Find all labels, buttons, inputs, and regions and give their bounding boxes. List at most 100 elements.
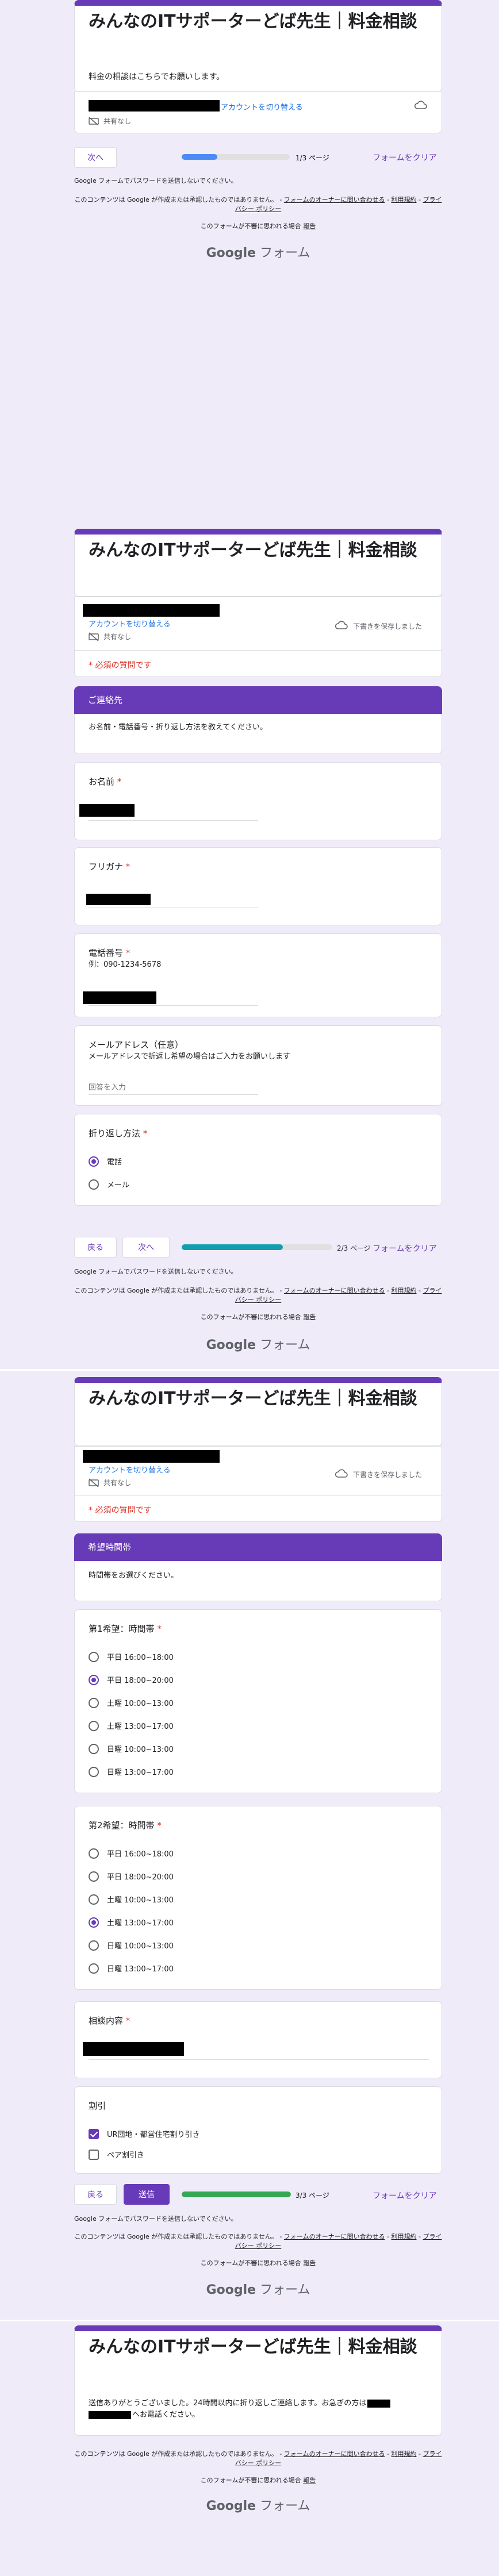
owner-contact-link[interactable]: フォームのオーナーに問い合わせる xyxy=(284,1287,385,1294)
redacted-consult-answer[interactable] xyxy=(83,2042,184,2056)
page-progress-bar-p3 xyxy=(182,2191,291,2197)
clear-form-button-p2[interactable]: フォームをクリア xyxy=(373,1243,437,1254)
footer-suspicious-text: このフォームが不審に思われる場合 xyxy=(200,2477,301,2484)
answer-line-consult xyxy=(89,2059,429,2060)
footer-suspicious-text: このフォームが不審に思われる場合 xyxy=(200,1313,301,1321)
footer-report-row: このフォームが不審に思われる場合 報告 xyxy=(74,222,442,231)
radio-callback-phone[interactable] xyxy=(89,1156,99,1167)
option-label: 平日 18:00~20:00 xyxy=(107,1873,174,1882)
terms-link[interactable]: 利用規約 xyxy=(391,1287,417,1294)
back-button-p2[interactable]: 戻る xyxy=(74,1237,117,1258)
radio-second-time-5[interactable] xyxy=(89,1940,99,1951)
logo-forms: フォーム xyxy=(260,2499,310,2513)
redacted-furigana-answer[interactable] xyxy=(86,894,151,905)
report-link[interactable]: 報告 xyxy=(303,222,316,230)
question-email: メールアドレス（任意） メールアドレスで折返し希望の場合はご入力をお願いします xyxy=(74,1025,442,1106)
owner-contact-link[interactable]: フォームのオーナーに問い合わせる xyxy=(284,2233,385,2240)
question-title-discount: 割引 xyxy=(89,2101,106,2111)
radio-second-time-2[interactable] xyxy=(89,1871,99,1882)
clear-form-button[interactable]: フォームをクリア xyxy=(373,152,437,163)
radio-second-time-1[interactable] xyxy=(89,1848,99,1859)
first-time-option-6[interactable]: 日曜 13:00~17:00 xyxy=(89,1766,174,1777)
required-note: * 必須の質問です xyxy=(89,661,152,670)
submit-button[interactable]: 送信 xyxy=(124,2184,170,2205)
page-indicator: 1/3 ページ xyxy=(295,154,329,162)
second-time-option-1[interactable]: 平日 16:00~18:00 xyxy=(89,1848,174,1859)
redacted-phone-answer[interactable] xyxy=(83,991,156,1004)
second-time-option-5[interactable]: 日曜 10:00~13:00 xyxy=(89,1940,174,1951)
report-link[interactable]: 報告 xyxy=(303,2477,316,2484)
second-time-option-6[interactable]: 日曜 13:00~17:00 xyxy=(89,1963,174,1974)
radio-first-time-3[interactable] xyxy=(89,1697,99,1708)
radio-second-time-3[interactable] xyxy=(89,1894,99,1905)
logo-google: Google xyxy=(206,2283,256,2297)
discount-option-ur[interactable]: UR団地・都営住宅割り引き xyxy=(89,2128,200,2139)
draft-saved-label: 下書きを保存しました xyxy=(353,622,423,630)
radio-second-time-4[interactable] xyxy=(89,1917,99,1928)
checkbox-discount-ur[interactable] xyxy=(89,2128,99,2139)
terms-link[interactable]: 利用規約 xyxy=(391,2233,417,2240)
first-time-option-4[interactable]: 土曜 13:00~17:00 xyxy=(89,1720,174,1731)
checkbox-discount-pair[interactable] xyxy=(89,2149,99,2160)
back-button-p3[interactable]: 戻る xyxy=(74,2184,117,2205)
not-shared-icon xyxy=(89,116,99,126)
second-time-option-4[interactable]: 土曜 13:00~17:00 xyxy=(89,1917,174,1928)
form-header-card-p2: みんなのITサポーターどば先生｜料金相談 xyxy=(74,529,442,597)
not-shared-row-p3: 共有なし xyxy=(89,1478,131,1487)
redacted-phone-number xyxy=(367,2399,391,2408)
account-card-p3: アカウントを切り替える 共有なし 下書きを保存しました * 必須の質問です xyxy=(74,1446,442,1522)
form-header-card: みんなのITサポーターどば先生｜料金相談 料金の相談はこちらでお願いします。 xyxy=(74,0,442,93)
first-time-option-2[interactable]: 平日 18:00~20:00 xyxy=(89,1674,174,1685)
not-shared-icon-p3 xyxy=(89,1478,99,1487)
radio-callback-email[interactable] xyxy=(89,1179,99,1190)
question-hint-phone: 例：090-1234-5678 xyxy=(89,960,162,969)
option-label: 電話 xyxy=(107,1158,122,1167)
next-button-p2[interactable]: 次へ xyxy=(122,1237,170,1258)
owner-contact-link[interactable]: フォームのオーナーに問い合わせる xyxy=(284,196,385,203)
radio-first-time-4[interactable] xyxy=(89,1720,99,1731)
second-time-option-2[interactable]: 平日 18:00~20:00 xyxy=(89,1871,174,1882)
owner-contact-link[interactable]: フォームのオーナーに問い合わせる xyxy=(284,2450,385,2458)
report-link[interactable]: 報告 xyxy=(303,2259,316,2267)
question-title-phone: 電話番号 * xyxy=(89,948,130,958)
footer-report-row-p2: このフォームが不審に思われる場合 報告 xyxy=(74,1313,442,1322)
first-time-option-5[interactable]: 日曜 10:00~13:00 xyxy=(89,1743,174,1754)
page-progress-bar xyxy=(182,154,290,160)
switch-account-link[interactable]: アカウントを切り替える xyxy=(221,101,303,112)
radio-second-time-6[interactable] xyxy=(89,1963,99,1974)
radio-first-time-2[interactable] xyxy=(89,1674,99,1685)
footer-disclaimer-text: このコンテンツは Google が作成または承認したものではありません。 xyxy=(74,1287,278,1294)
no-password-note-p2: Google フォームでパスワードを送信しないでください。 xyxy=(74,1268,237,1275)
first-time-option-3[interactable]: 土曜 10:00~13:00 xyxy=(89,1697,174,1708)
switch-account-link-p2[interactable]: アカウントを切り替える xyxy=(89,618,171,629)
clear-form-button-p3[interactable]: フォームをクリア xyxy=(373,2190,437,2201)
terms-link[interactable]: 利用規約 xyxy=(391,196,417,203)
callback-option-email[interactable]: メール xyxy=(89,1179,129,1190)
radio-first-time-6[interactable] xyxy=(89,1766,99,1777)
report-link[interactable]: 報告 xyxy=(303,1313,316,1321)
callback-option-phone[interactable]: 電話 xyxy=(89,1156,122,1167)
redacted-email-p3 xyxy=(83,1450,220,1463)
logo-forms: フォーム xyxy=(260,2283,310,2297)
radio-first-time-1[interactable] xyxy=(89,1651,99,1662)
option-label: 平日 16:00~18:00 xyxy=(107,1654,174,1662)
radio-first-time-5[interactable] xyxy=(89,1743,99,1754)
terms-link[interactable]: 利用規約 xyxy=(391,2450,417,2458)
switch-account-link-p3[interactable]: アカウントを切り替える xyxy=(89,1464,171,1475)
email-input[interactable] xyxy=(89,1081,258,1095)
next-button[interactable]: 次へ xyxy=(74,147,117,168)
option-label: UR団地・都営住宅割り引き xyxy=(107,2131,200,2139)
first-time-option-1[interactable]: 平日 16:00~18:00 xyxy=(89,1651,174,1662)
discount-option-pair[interactable]: ペア割引き xyxy=(89,2149,144,2160)
footer-disclaimer-text: このコンテンツは Google が作成または承認したものではありません。 xyxy=(74,2233,278,2240)
option-label: 土曜 10:00~13:00 xyxy=(107,1896,174,1905)
form-title-p2: みんなのITサポーターどば先生｜料金相談 xyxy=(89,540,417,560)
footer-disclaimer-p3: このコンテンツは Google が作成または承認したものではありません。 - フ… xyxy=(74,2233,442,2250)
second-time-option-3[interactable]: 土曜 10:00~13:00 xyxy=(89,1894,174,1905)
footer-disclaimer: このコンテンツは Google が作成または承認したものではありません。 - フ… xyxy=(74,196,442,213)
redacted-name-answer[interactable] xyxy=(79,804,135,817)
footer-suspicious-text: このフォームが不審に思われる場合 xyxy=(200,2259,301,2267)
thanks-card: みんなのITサポーターどば先生｜料金相談 送信ありがとうございました。24時間以… xyxy=(74,2325,442,2436)
question-first-time: 第1希望：時間帯 * 平日 16:00~18:00 平日 18:00~20:00 土… xyxy=(74,1609,442,1793)
form-title-thanks: みんなのITサポーターどば先生｜料金相談 xyxy=(89,2337,417,2357)
